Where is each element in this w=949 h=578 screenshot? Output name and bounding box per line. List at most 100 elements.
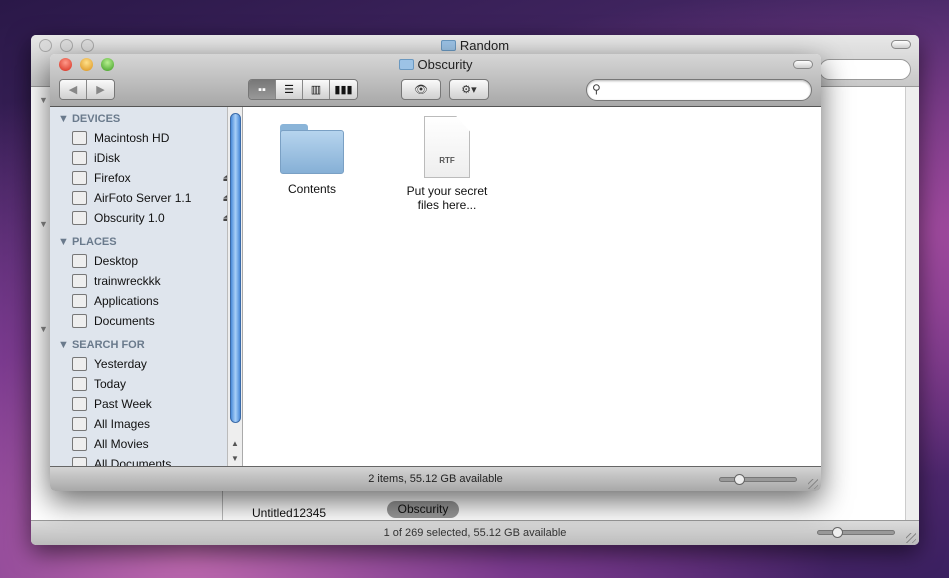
scroll-thumb[interactable] [230, 113, 241, 423]
sidebar-item-past-week[interactable]: Past Week [72, 395, 232, 413]
file-item-secret-rtf[interactable]: RTF Put your secret files here... [397, 116, 497, 212]
coverflow-icon: ▮▮▮ [334, 84, 353, 96]
file-label: Untitled12345 [252, 506, 327, 520]
sidebar-item-label: Obscurity 1.0 [94, 211, 165, 225]
back-button[interactable]: ◀ [60, 80, 87, 99]
idisk-icon [72, 151, 87, 165]
title-text: Obscurity [417, 57, 473, 72]
coverflow-view-button[interactable]: ▮▮▮ [330, 80, 357, 99]
sidebar-item-obscurity-1-0[interactable]: Obscurity 1.0⏏ [72, 209, 232, 227]
sidebar-item-all-images[interactable]: All Images [72, 415, 232, 433]
sidebar-header-devices[interactable]: ▼ DEVICES [58, 113, 120, 125]
disclosure-icon: ▼ [58, 113, 72, 125]
sidebar-item-airfoto-server-1-1[interactable]: AirFoto Server 1.1⏏ [72, 189, 232, 207]
window-title: Random [31, 38, 919, 53]
finder-window-obscurity: Obscurity ◀ ▶ ▪▪ ☰ ▥ ▮▮▮ 👁 ⚙▾ ⚲ ▼ DEVICE… [50, 54, 821, 491]
sidebar-item-label: Firefox [94, 171, 131, 185]
folder-icon [440, 40, 456, 51]
sidebar-item-label: All Movies [94, 437, 149, 451]
forward-button[interactable]: ▶ [87, 80, 114, 99]
back-arrow-icon: ◀ [68, 84, 78, 96]
disclosure-icon[interactable]: ▼ [39, 219, 48, 229]
sidebar-item-yesterday[interactable]: Yesterday [72, 355, 232, 373]
sidebar-header-search-for[interactable]: ▼ SEARCH FOR [58, 339, 145, 351]
icon-size-slider[interactable] [817, 527, 895, 538]
status-bar: 2 items, 55.12 GB available [50, 466, 821, 491]
sidebar-item-applications[interactable]: Applications [72, 292, 232, 310]
search-input[interactable]: ⚲ [586, 79, 812, 101]
disk-image-icon [72, 191, 87, 205]
status-text: 1 of 269 selected, 55.12 GB available [383, 527, 567, 539]
sidebar-item-label: All Images [94, 417, 151, 431]
toolbar-toggle-button[interactable] [793, 60, 813, 69]
disclosure-icon: ▼ [58, 339, 72, 351]
sidebar-item-all-movies[interactable]: All Movies [72, 435, 232, 453]
column-view-button[interactable]: ▥ [303, 80, 330, 99]
action-menu-button[interactable]: ⚙▾ [449, 79, 489, 100]
search-field[interactable] [819, 59, 911, 80]
rtf-document-icon: RTF [424, 116, 470, 178]
column-view-icon: ▥ [310, 84, 322, 96]
icon-view-icon: ▪▪ [258, 83, 266, 96]
applications-icon [72, 294, 87, 308]
sidebar-item-all-documents[interactable]: All Documents [72, 455, 232, 466]
scroll-down-arrow[interactable]: ▼ [231, 454, 239, 463]
window-title: Obscurity [50, 57, 821, 72]
rtf-badge: RTF [439, 156, 455, 165]
toolbar-toggle-button[interactable] [891, 40, 911, 49]
toolbar: Obscurity ◀ ▶ ▪▪ ☰ ▥ ▮▮▮ 👁 ⚙▾ ⚲ [50, 54, 821, 107]
sidebar-item-idisk[interactable]: iDisk [72, 149, 232, 167]
file-label: Obscurity [397, 502, 449, 516]
icon-view-button[interactable]: ▪▪ [249, 80, 276, 99]
hard-drive-icon [72, 131, 87, 145]
file-item-contents[interactable]: Contents [272, 124, 352, 196]
list-view-button[interactable]: ☰ [276, 80, 303, 99]
vertical-scrollbar[interactable] [905, 87, 919, 520]
header-label: DEVICES [71, 113, 121, 125]
search-icon: ⚲ [592, 82, 601, 96]
list-view-icon: ☰ [284, 84, 294, 96]
smart-folder-icon [72, 417, 87, 431]
forward-arrow-icon: ▶ [96, 84, 105, 96]
quicklook-button[interactable]: 👁 [401, 79, 441, 100]
gear-icon: ⚙▾ [461, 84, 477, 96]
disclosure-icon[interactable]: ▼ [39, 95, 48, 105]
smart-folder-icon [72, 437, 87, 451]
sidebar-item-label: Documents [94, 314, 155, 328]
sidebar-item-label: Macintosh HD [94, 131, 170, 145]
sidebar-item-label: Past Week [94, 397, 152, 411]
sidebar-item-label: iDisk [94, 151, 120, 165]
clock-icon [72, 357, 87, 371]
resize-grip[interactable] [906, 533, 916, 543]
sidebar-item-firefox[interactable]: Firefox⏏ [72, 169, 232, 187]
desktop-icon [72, 254, 87, 268]
resize-grip[interactable] [808, 479, 818, 489]
sidebar-item-label: trainwreckkk [94, 274, 161, 288]
icon-size-slider[interactable] [719, 474, 797, 485]
file-item-obscurity[interactable]: Obscurity [387, 501, 459, 518]
file-label: Contents [287, 182, 337, 196]
disk-image-icon [72, 171, 87, 185]
scroll-up-arrow[interactable]: ▲ [231, 439, 239, 448]
sidebar-header-places[interactable]: ▼ PLACES [58, 236, 117, 248]
file-item-untitled[interactable]: Untitled12345 [252, 506, 326, 520]
sidebar-item-today[interactable]: Today [72, 375, 232, 393]
sidebar-item-label: AirFoto Server 1.1 [94, 191, 192, 205]
status-bar: 1 of 269 selected, 55.12 GB available [31, 520, 919, 545]
disclosure-icon[interactable]: ▼ [39, 324, 48, 334]
smart-folder-icon [72, 457, 87, 466]
sidebar-item-documents[interactable]: Documents [72, 312, 232, 330]
folder-icon [398, 59, 414, 70]
sidebar-scrollbar[interactable]: ▲ ▼ [227, 107, 242, 466]
header-label: SEARCH FOR [71, 339, 145, 351]
status-text: 2 items, 55.12 GB available [368, 473, 503, 485]
sidebar: ▼ DEVICES Macintosh HD iDisk Firefox⏏ AirFot… [50, 107, 243, 466]
file-label: Put your secret files here... [406, 184, 488, 212]
sidebar-item-label: Yesterday [94, 357, 147, 371]
sidebar-item-label: Desktop [94, 254, 139, 268]
sidebar-item-macintosh-hd[interactable]: Macintosh HD [72, 129, 232, 147]
disclosure-icon: ▼ [58, 236, 72, 248]
clock-icon [72, 397, 87, 411]
sidebar-item-desktop[interactable]: Desktop [72, 252, 232, 270]
sidebar-item-trainwreckkk[interactable]: trainwreckkk [72, 272, 232, 290]
